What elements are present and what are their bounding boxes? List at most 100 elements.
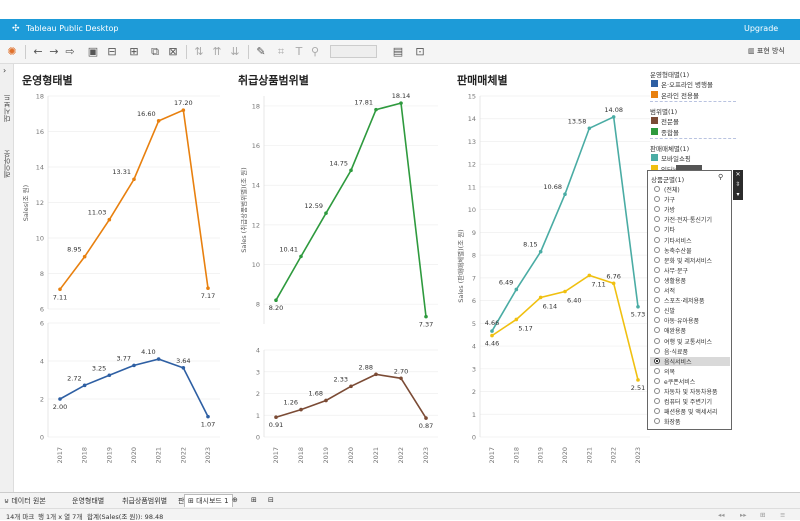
- data-label: 7.11: [591, 280, 605, 288]
- filter-option[interactable]: 가구: [650, 195, 730, 204]
- x-tick-label: 2023: [634, 447, 642, 464]
- data-label: 10.41: [279, 245, 298, 253]
- data-label: 0.87: [419, 422, 433, 430]
- data-point: [58, 287, 62, 292]
- data-label: 2.88: [359, 363, 373, 371]
- radio-icon[interactable]: [654, 216, 660, 223]
- radio-icon[interactable]: [654, 196, 660, 203]
- radio-icon[interactable]: [654, 236, 660, 243]
- x-tick-label: 2020: [347, 447, 355, 464]
- radio-icon[interactable]: [654, 256, 660, 263]
- data-label: 2.51: [631, 384, 645, 392]
- next-icon[interactable]: ▸▸: [740, 511, 747, 519]
- x-tick-label: 2022: [179, 447, 187, 464]
- filter-option[interactable]: (전체): [650, 185, 730, 194]
- filter-options-icon[interactable]: ⚲: [718, 173, 723, 181]
- data-point: [514, 287, 519, 292]
- filter-option-label: 화장품: [664, 419, 681, 427]
- legend-swatch[interactable]: [651, 128, 658, 135]
- y-tick-label: 3: [256, 368, 260, 376]
- radio-icon[interactable]: [654, 327, 660, 334]
- legend-label[interactable]: 전문몰: [661, 116, 679, 126]
- x-tick-label: 2022: [397, 447, 405, 464]
- filter-option[interactable]: 음·식료품: [650, 347, 730, 356]
- radio-icon[interactable]: [654, 276, 660, 283]
- radio-icon[interactable]: [654, 307, 660, 314]
- data-label: 1.26: [284, 399, 298, 407]
- filter-option[interactable]: 스포츠·레저용품: [650, 296, 730, 305]
- radio-icon[interactable]: [654, 186, 660, 192]
- radio-icon[interactable]: [654, 367, 660, 374]
- filter-option[interactable]: 가방: [650, 205, 730, 214]
- data-point: [374, 372, 378, 377]
- filter-option[interactable]: 애완용품: [650, 326, 730, 335]
- radio-icon[interactable]: [654, 347, 660, 354]
- filter-option[interactable]: 문화 및 레저서비스: [650, 256, 730, 265]
- filter-option-label: 사무·문구: [664, 267, 688, 275]
- radio-icon[interactable]: [654, 377, 660, 384]
- datasource-tab[interactable]: ⊍ 데이터 원본: [4, 496, 46, 506]
- legend-divider: [650, 138, 736, 139]
- radio-icon[interactable]: [654, 398, 660, 405]
- legend-swatch[interactable]: [651, 80, 658, 87]
- radio-icon[interactable]: [654, 408, 660, 415]
- filter-option[interactable]: e쿠폰서비스: [650, 377, 730, 386]
- radio-icon[interactable]: [654, 226, 660, 233]
- y-tick-label: 13: [468, 138, 476, 146]
- radio-icon[interactable]: [654, 357, 660, 364]
- data-label: 3.64: [176, 357, 190, 365]
- filter-option[interactable]: 컴퓨터 및 주변기기: [650, 397, 730, 406]
- dashboard-tab[interactable]: ⊞ 대시보드 1: [184, 494, 233, 507]
- filter-option[interactable]: 자동차 및 자동차용품: [650, 387, 730, 396]
- legend-label[interactable]: 모바일쇼핑: [661, 153, 691, 163]
- filter-option[interactable]: 신발: [650, 306, 730, 315]
- legend-swatch[interactable]: [651, 117, 658, 124]
- radio-icon[interactable]: [654, 297, 660, 304]
- list-icon[interactable]: ≡: [780, 511, 785, 519]
- filter-option[interactable]: 서적: [650, 286, 730, 295]
- data-label: 6.40: [567, 297, 581, 305]
- radio-icon[interactable]: [654, 246, 660, 253]
- filter-option[interactable]: 생활용품: [650, 276, 730, 285]
- legend-label[interactable]: 온·오프라인 병행몰: [661, 79, 713, 89]
- radio-icon[interactable]: [654, 287, 660, 293]
- new-dashboard-tab-icon[interactable]: ⊞: [251, 496, 257, 504]
- filter-option[interactable]: 의복: [650, 367, 730, 376]
- filter-option[interactable]: 농축수산물: [650, 246, 730, 255]
- new-story-tab-icon[interactable]: ⊟: [268, 496, 274, 504]
- data-label: 4.46: [485, 340, 499, 348]
- data-point: [538, 249, 543, 254]
- filter-option[interactable]: 기타: [650, 225, 730, 234]
- menu-icon[interactable]: ▾: [733, 190, 743, 200]
- radio-icon[interactable]: [654, 317, 660, 324]
- filter-option[interactable]: 가전·전자·통신기기: [650, 215, 730, 224]
- x-tick-label: 2018: [512, 447, 520, 464]
- radio-icon[interactable]: [654, 206, 660, 213]
- filter-option-label: (전체): [664, 187, 680, 194]
- radio-icon[interactable]: [654, 266, 660, 273]
- close-icon[interactable]: ✕: [733, 170, 743, 180]
- sheet-tab-2[interactable]: 취급상품범위별: [122, 496, 167, 506]
- legend-label[interactable]: 온라인 전용몰: [661, 90, 699, 100]
- filter-option[interactable]: 음식서비스: [650, 356, 730, 366]
- radio-icon[interactable]: [654, 337, 660, 344]
- radio-icon[interactable]: [654, 418, 660, 425]
- prev-icon[interactable]: ◂◂: [718, 511, 725, 519]
- data-label: 8.95: [67, 246, 81, 254]
- move-icon[interactable]: ⇳: [733, 180, 743, 190]
- legend-swatch[interactable]: [651, 154, 658, 161]
- filter-option-label: 애완용품: [664, 328, 687, 336]
- filter-option[interactable]: 기타서비스: [650, 236, 730, 245]
- filter-option[interactable]: 아동·유아용품: [650, 316, 730, 325]
- new-sheet-tab-icon[interactable]: ⊕: [232, 496, 238, 504]
- sheet-tab-1[interactable]: 운영형태별: [72, 496, 104, 506]
- grid-icon[interactable]: ⊞: [760, 511, 765, 519]
- legend-label[interactable]: 종합몰: [661, 127, 679, 137]
- filter-option[interactable]: 여행 및 교통서비스: [650, 337, 730, 346]
- filter-option[interactable]: 패션용품 및 액세서리: [650, 407, 730, 416]
- legend-swatch[interactable]: [651, 91, 658, 98]
- y-tick-label: 0: [40, 434, 44, 442]
- radio-icon[interactable]: [654, 388, 660, 394]
- filter-option[interactable]: 사무·문구: [650, 266, 730, 275]
- filter-option[interactable]: 화장품: [650, 417, 730, 426]
